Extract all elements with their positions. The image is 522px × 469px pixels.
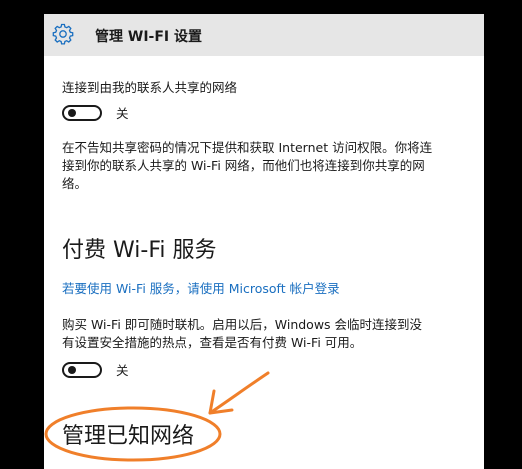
toggle-knob [68, 109, 76, 117]
paid-wifi-heading: 付费 Wi-Fi 服务 [62, 238, 217, 263]
title-bar: 管理 WI-FI 设置 [44, 14, 484, 56]
description-line: 接到你的联系人共享的 Wi-Fi 网络，而他们也将连接到你共享的网 [62, 158, 425, 173]
toggle-knob [68, 366, 76, 374]
microsoft-account-signin-link[interactable]: 若要使用 Wi-Fi 服务，请使用 Microsoft 帐户登录 [62, 278, 340, 297]
settings-panel: 管理 WI-FI 设置 连接到由我的联系人共享的网络 关 在不告知共享密码的情况… [44, 14, 484, 469]
manage-known-networks-heading[interactable]: 管理已知网络 [62, 418, 194, 450]
page-title: 管理 WI-FI 设置 [95, 29, 202, 45]
contacts-sharing-toggle-state: 关 [116, 106, 129, 121]
paid-wifi-toggle-state: 关 [116, 363, 129, 378]
gear-icon [52, 23, 74, 45]
contacts-sharing-toggle[interactable] [62, 105, 102, 121]
contacts-sharing-label: 连接到由我的联系人共享的网络 [62, 80, 238, 95]
description-line: 购买 Wi-Fi 即可随时联机。启用以后，Windows 会临时连接到没 [62, 317, 423, 332]
description-line: 络。 [62, 176, 88, 191]
description-line: 在不告知共享密码的情况下提供和获取 Internet 访问权限。你将连 [62, 140, 433, 155]
description-line: 有设置安全措施的热点，查看是否有付费 Wi-Fi 可用。 [62, 335, 363, 350]
paid-wifi-description: 购买 Wi-Fi 即可随时联机。启用以后，Windows 会临时连接到没 有设置… [62, 316, 482, 352]
contacts-sharing-description: 在不告知共享密码的情况下提供和获取 Internet 访问权限。你将连 接到你的… [62, 139, 482, 193]
paid-wifi-toggle[interactable] [62, 362, 102, 378]
